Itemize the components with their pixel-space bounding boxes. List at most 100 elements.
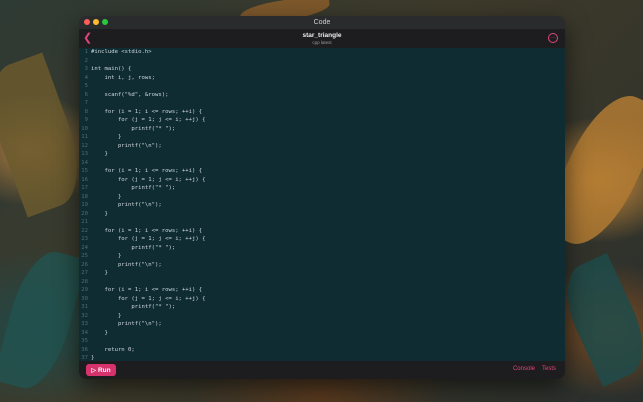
code-line: 1 #include <stdio.h> (79, 48, 565, 57)
bottom-bar: ▷ Run Console Tests (79, 361, 565, 379)
chevron-left-icon[interactable]: ❮ (83, 32, 92, 44)
code-line: 36 return 0; (79, 346, 565, 355)
line-number: 10 (81, 125, 88, 132)
line-number: 19 (81, 202, 88, 208)
code-text: return 0; (91, 346, 135, 353)
code-text: for (j = 1; j <= i; ++j) { (91, 176, 206, 183)
code-line: 33 printf("\n"); (79, 320, 565, 329)
line-number: 24 (81, 244, 88, 251)
code-text: printf("\n"); (91, 261, 162, 268)
line-number: 14 (81, 159, 88, 166)
code-line: 4 int i, j, rows; (79, 74, 565, 83)
line-number: 34 (81, 329, 88, 336)
code-text: for (i = 1; i <= rows; ++i) { (91, 108, 203, 115)
run-button[interactable]: ▷ Run (86, 364, 116, 376)
code-line: 26 printf("\n"); (79, 261, 565, 270)
code-text: printf("* "); (91, 185, 176, 191)
window-title: Code (313, 19, 331, 26)
line-number: 21 (81, 219, 88, 225)
document-title: star_triangle (302, 31, 342, 39)
code-line: 9 for (j = 1; j <= i; ++j) { (79, 116, 565, 125)
code-text: #include <stdio.h> (91, 49, 152, 55)
code-text: } (91, 193, 122, 200)
line-number: 6 (84, 91, 88, 98)
code-line: 12 printf("\n"); (79, 142, 565, 151)
code-line: 32 } (79, 312, 565, 321)
line-number: 15 (81, 168, 88, 174)
console-button[interactable]: Console (513, 366, 535, 372)
code-line: 8 for (i = 1; i <= rows; ++i) { (79, 108, 565, 117)
window-controls (84, 19, 108, 25)
close-window-button[interactable] (84, 19, 90, 25)
code-line: 17 printf("* "); (79, 184, 565, 193)
minimize-window-button[interactable] (93, 19, 99, 25)
code-editor[interactable]: 1 #include <stdio.h> 2 3 int main() {4 int i… (79, 48, 565, 379)
code-line: 7 (79, 99, 565, 108)
code-text: } (91, 312, 122, 319)
line-number: 11 (81, 134, 88, 140)
code-text: printf("\n"); (91, 321, 162, 327)
code-text: printf("\n"); (91, 142, 162, 149)
line-number: 27 (81, 270, 88, 276)
line-number: 13 (81, 151, 88, 157)
code-line: 13 } (79, 150, 565, 159)
code-line: 35 (79, 337, 565, 346)
title-bar: Code (79, 16, 565, 29)
code-text: for (j = 1; j <= i; ++j) { (91, 236, 206, 242)
code-text: int main() { (91, 66, 132, 72)
code-text: printf("* "); (91, 304, 176, 310)
document-subtitle: cpp latest (312, 39, 332, 45)
code-line: 23 for (j = 1; j <= i; ++j) { (79, 235, 565, 244)
code-text: scanf("%d", &rows); (91, 91, 169, 98)
code-line: 27 } (79, 269, 565, 278)
code-line: 11 } (79, 133, 565, 142)
code-line: 28 (79, 278, 565, 287)
run-label: Run (97, 366, 111, 374)
code-line: 14 (79, 159, 565, 168)
code-text: } (91, 270, 108, 276)
zoom-window-button[interactable] (102, 19, 108, 25)
tests-button[interactable]: Tests (542, 366, 556, 372)
ellipsis-circle-icon[interactable]: ··· (548, 33, 558, 43)
line-number: 18 (81, 193, 88, 200)
line-number: 1 (84, 49, 88, 55)
editor-window: Code ❮ star_triangle cpp latest ··· 1 #in… (79, 16, 565, 379)
code-text: printf("* "); (91, 125, 176, 132)
line-number: 26 (81, 261, 88, 268)
line-number: 12 (81, 142, 88, 149)
code-text: printf("\n"); (91, 202, 162, 208)
code-line: 34 } (79, 329, 565, 338)
line-number: 16 (81, 176, 88, 183)
line-number: 17 (81, 185, 88, 191)
code-text: for (i = 1; i <= rows; ++i) { (91, 287, 203, 293)
line-number: 8 (84, 108, 88, 115)
code-line: 3 int main() { (79, 65, 565, 74)
line-number: 3 (84, 66, 88, 72)
line-number: 7 (84, 100, 88, 106)
line-number: 9 (84, 117, 88, 123)
code-line: 19 printf("\n"); (79, 201, 565, 210)
line-number: 29 (81, 287, 88, 293)
code-line: 31 printf("* "); (79, 303, 565, 312)
code-line: 18 } (79, 193, 565, 202)
code-line: 10 printf("* "); (79, 125, 565, 134)
background-leaf (552, 252, 643, 388)
code-line: 2 (79, 57, 565, 66)
code-text: for (j = 1; j <= i; ++j) { (91, 117, 206, 123)
line-number: 32 (81, 312, 88, 319)
line-number: 31 (81, 304, 88, 310)
code-line: 5 (79, 82, 565, 91)
line-number: 4 (84, 74, 88, 81)
code-text: } (91, 329, 108, 336)
background-leaf (0, 244, 88, 396)
code-line: 30 for (j = 1; j <= i; ++j) { (79, 295, 565, 304)
code-text: int i, j, rows; (91, 74, 155, 81)
code-line: 20 } (79, 210, 565, 219)
code-line: 6 scanf("%d", &rows); (79, 91, 565, 100)
line-number: 28 (81, 278, 88, 285)
code-line: 16 for (j = 1; j <= i; ++j) { (79, 176, 565, 185)
line-number: 33 (81, 321, 88, 327)
code-text: for (i = 1; i <= rows; ++i) { (91, 168, 203, 174)
bottom-links: Console Tests (513, 366, 556, 372)
code-text: } (91, 134, 122, 140)
